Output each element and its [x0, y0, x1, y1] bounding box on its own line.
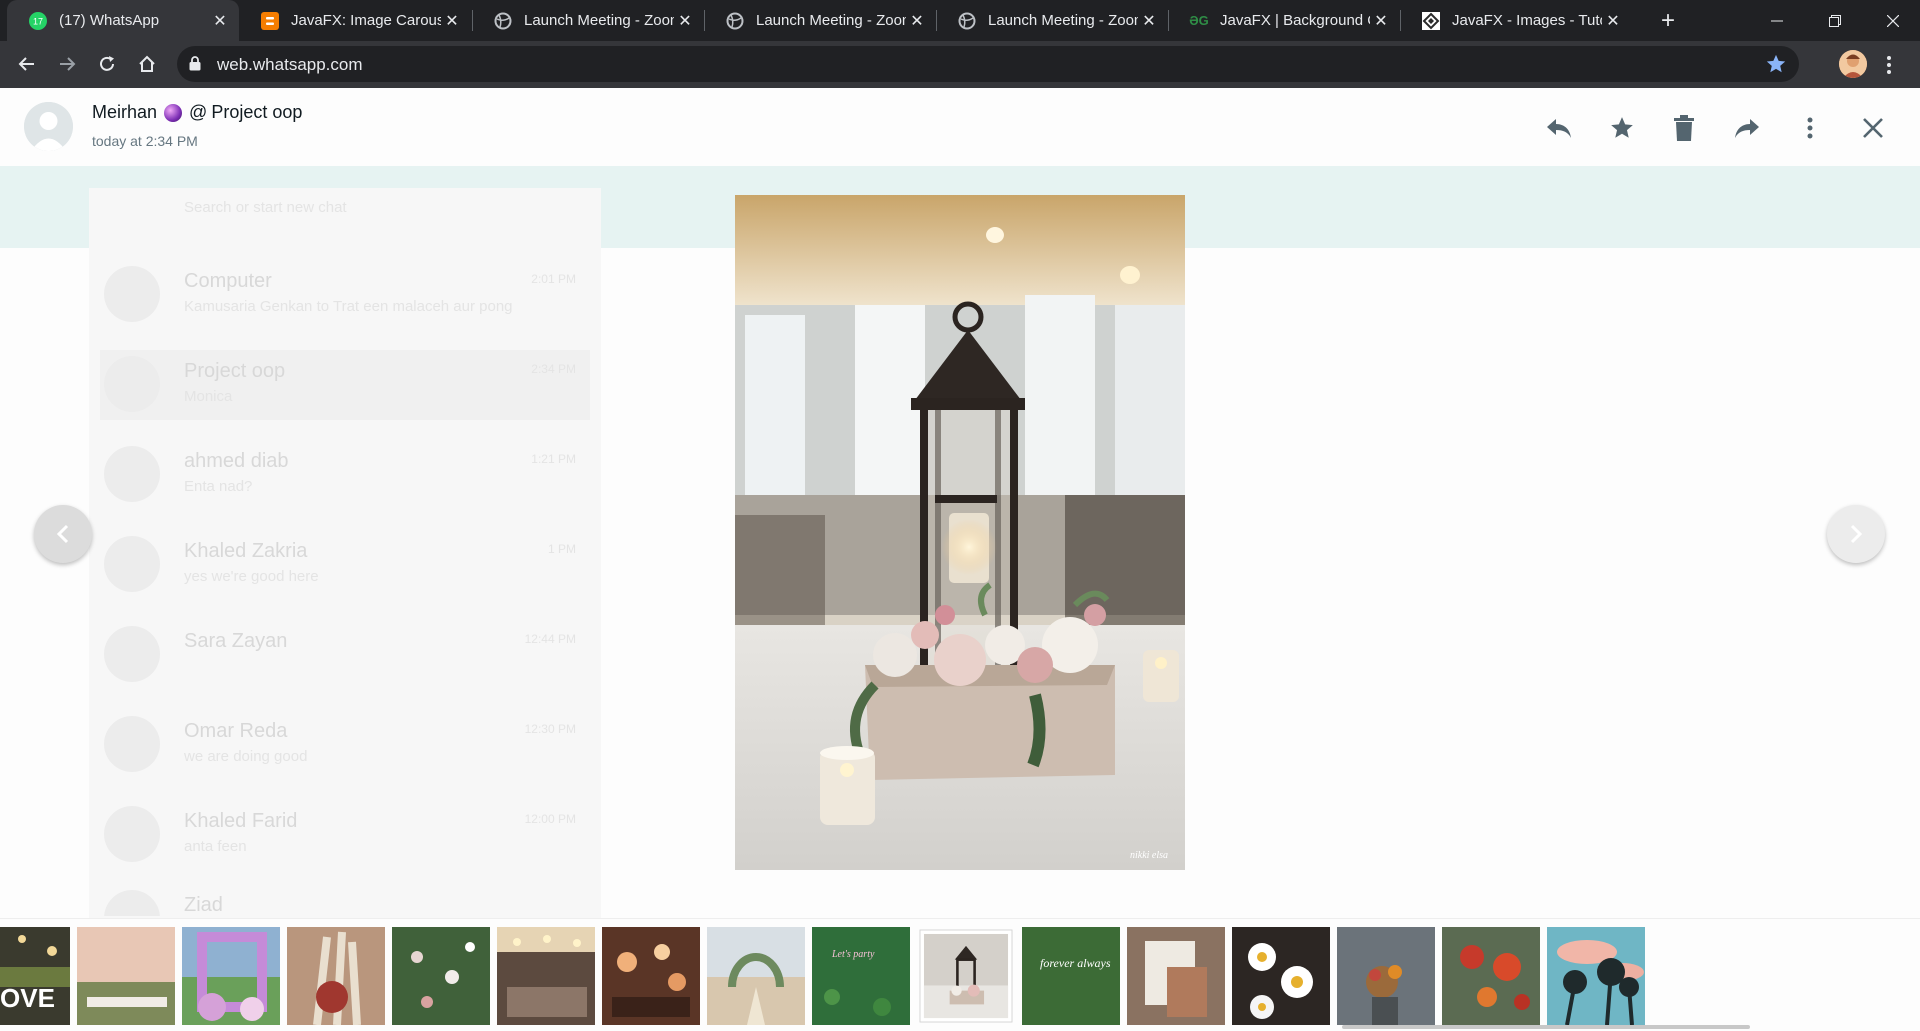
url-text: web.whatsapp.com: [217, 55, 363, 74]
reply-icon[interactable]: [1543, 112, 1575, 144]
thumbnail-flower-arch[interactable]: [182, 927, 280, 1025]
thumbnail-forever-sign[interactable]: forever always: [1022, 927, 1120, 1025]
crystal-ball-emoji: [164, 103, 183, 122]
tab-title: (17) WhatsApp: [59, 12, 160, 29]
sender-line: Meirhan @ Project oop: [92, 102, 302, 123]
viewer-header: Meirhan @ Project oop today at 2:34 PM: [0, 88, 1920, 166]
tutorialspoint-icon: [1422, 11, 1440, 30]
background-chat-item: Ziad: [100, 884, 590, 916]
tab-close-icon[interactable]: ✕: [906, 11, 928, 31]
previous-image-button[interactable]: [34, 505, 92, 563]
globe-icon: [726, 12, 744, 30]
profile-avatar[interactable]: [1839, 50, 1867, 78]
tab-close-icon[interactable]: ✕: [209, 11, 231, 31]
close-icon[interactable]: [1857, 112, 1889, 144]
thumbnail-bouquet[interactable]: [1337, 927, 1435, 1025]
tab-javafx-background[interactable]: ƏG JavaFX | Background Class ✕: [1168, 0, 1400, 41]
thumbnail-hanging-lights[interactable]: [602, 927, 700, 1025]
svg-text:OVE: OVE: [0, 983, 55, 1013]
tab-title: Launch Meeting - Zoom: [756, 12, 906, 29]
back-icon[interactable]: [12, 49, 42, 79]
media-viewer: Search or start new chat Computer 2:01 PM…: [0, 88, 1920, 1031]
thumbnail-beach-arch[interactable]: [707, 927, 805, 1025]
tab-title: JavaFX | Background Class: [1220, 12, 1370, 29]
menu-icon[interactable]: [1794, 112, 1826, 144]
thumbnail-daisies[interactable]: [1232, 927, 1330, 1025]
minimize-icon[interactable]: [1748, 0, 1806, 41]
tab-title: JavaFX - Images - Tutorialspoint: [1452, 12, 1602, 29]
tab-title: JavaFX: Image Carousel: [291, 12, 441, 29]
home-icon[interactable]: [132, 49, 162, 79]
svg-text:Let's party: Let's party: [831, 949, 875, 960]
window-close-icon[interactable]: [1864, 0, 1920, 41]
tab-title: Launch Meeting - Zoom: [524, 12, 674, 29]
restore-icon[interactable]: [1806, 0, 1864, 41]
tab-zoom-2[interactable]: Launch Meeting - Zoom ✕: [704, 0, 936, 41]
whatsapp-badge: 17: [33, 16, 43, 26]
address-bar[interactable]: web.whatsapp.com: [177, 46, 1799, 82]
background-chat-item: Sara Zayan 12:44 PM: [100, 620, 590, 690]
next-image-button[interactable]: [1827, 505, 1885, 563]
thumbnail-scrollbar[interactable]: [1342, 1025, 1750, 1029]
forward-nav-icon[interactable]: [52, 49, 82, 79]
background-search: Search or start new chat: [184, 199, 347, 216]
thumbnail-strip: OVE Let's party forever always: [0, 918, 1920, 1031]
message-timestamp: today at 2:34 PM: [92, 133, 198, 149]
thumbnail-palm-sky[interactable]: [1547, 927, 1645, 1025]
background-chat-item: ahmed diab 1:21 PM Enta nad?: [100, 440, 590, 510]
bookmark-star-icon[interactable]: [1765, 53, 1787, 80]
thumbnail-red-flowers[interactable]: [1442, 927, 1540, 1025]
tab-title: Launch Meeting - Zoom: [988, 12, 1138, 29]
sender-name: Meirhan: [92, 102, 158, 122]
tab-close-icon[interactable]: ✕: [1602, 11, 1624, 31]
globe-icon: [494, 12, 512, 30]
delete-icon[interactable]: [1668, 112, 1700, 144]
chat-name: Project oop: [211, 102, 303, 122]
background-chat-item: Omar Reda 12:30 PM we are doing good: [100, 710, 590, 780]
tab-whatsapp[interactable]: 17 (17) WhatsApp ✕: [7, 0, 239, 41]
new-tab-button[interactable]: +: [1653, 6, 1683, 36]
tab-close-icon[interactable]: ✕: [1370, 11, 1392, 31]
thumbnail-reception-hall[interactable]: [497, 927, 595, 1025]
tab-zoom-3[interactable]: Launch Meeting - Zoom ✕: [936, 0, 1168, 41]
geeksforgeeks-icon: ƏG: [1189, 13, 1209, 28]
thumbnail-pampas-decor[interactable]: [287, 927, 385, 1025]
thumbnail-party-sign[interactable]: Let's party: [812, 927, 910, 1025]
reload-icon[interactable]: [92, 49, 122, 79]
blogger-icon: [261, 11, 279, 30]
lock-icon[interactable]: [189, 56, 201, 76]
svg-text:forever always: forever always: [1040, 956, 1111, 970]
tab-zoom-1[interactable]: Launch Meeting - Zoom ✕: [472, 0, 704, 41]
browser-toolbar: web.whatsapp.com: [0, 41, 1920, 88]
forward-icon[interactable]: [1731, 112, 1763, 144]
thumbnail-lantern-selected[interactable]: [923, 933, 1009, 1019]
sender-avatar[interactable]: [24, 102, 73, 151]
star-icon[interactable]: [1606, 112, 1638, 144]
thumbnail-green-wall[interactable]: [392, 927, 490, 1025]
tab-close-icon[interactable]: ✕: [441, 11, 463, 31]
background-chat-item: Computer 2:01 PM Kamusaria Genkan to Trat …: [100, 260, 590, 330]
tab-javafx-carousel[interactable]: JavaFX: Image Carousel ✕: [239, 0, 471, 41]
background-chat-item: Khaled Zakria 1 PM yes we're good here: [100, 530, 590, 600]
displayed-photo[interactable]: nikki elsa: [735, 195, 1185, 870]
chrome-menu-icon[interactable]: [1886, 52, 1892, 78]
thumbnail-love-sign[interactable]: OVE: [0, 927, 70, 1025]
browser-tab-strip: 17 (17) WhatsApp ✕ JavaFX: Image Carouse…: [0, 0, 1920, 41]
whatsapp-icon: 17: [29, 11, 47, 30]
thumbnail-invitation[interactable]: [1127, 927, 1225, 1025]
tab-close-icon[interactable]: ✕: [674, 11, 696, 31]
tab-close-icon[interactable]: ✕: [1138, 11, 1160, 31]
thumbnail-dinner-field[interactable]: [77, 927, 175, 1025]
at-separator: @: [189, 102, 208, 122]
photo-watermark: nikki elsa: [1130, 850, 1168, 861]
background-chat-item: Project oop 2:34 PM Monica: [100, 350, 590, 420]
tab-javafx-images[interactable]: JavaFX - Images - Tutorialspoint ✕: [1400, 0, 1632, 41]
background-chat-item: Khaled Farid 12:00 PM anta feen: [100, 800, 590, 870]
globe-icon: [958, 12, 976, 30]
